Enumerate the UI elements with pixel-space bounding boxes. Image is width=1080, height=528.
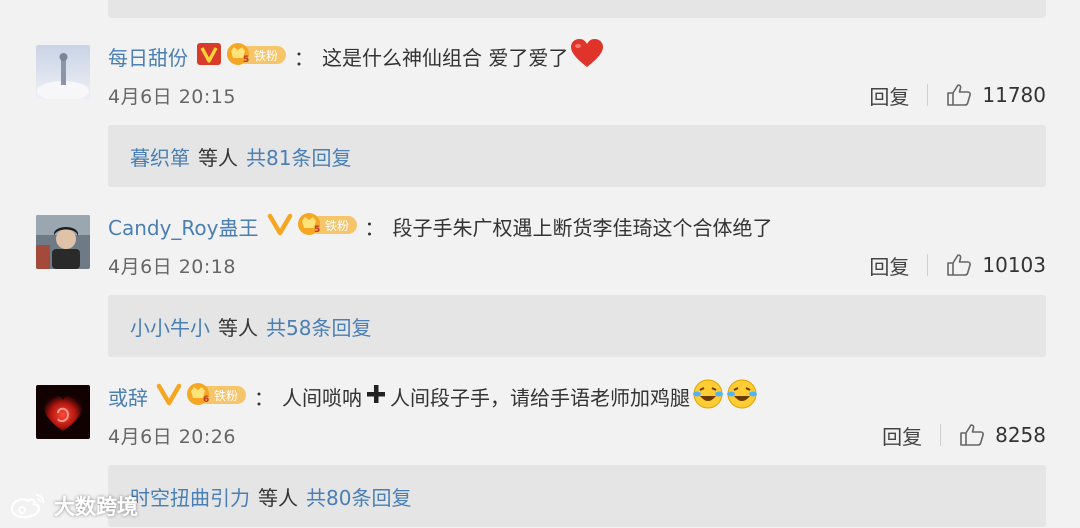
thumbs-up-icon [947,84,972,106]
reply-total-link[interactable]: 共58条回复 [266,312,371,341]
comment-time: 4月6日 20:18 [108,256,236,278]
colon: ： [364,215,385,240]
reply-total-link[interactable]: 共80条回复 [306,482,411,511]
username[interactable]: Candy_Roy蛊王 [108,212,259,241]
laugh-cry-emoji-icon [692,378,724,415]
reply-user[interactable]: 暮织箪 [130,142,190,171]
comment-time: 4月6日 20:15 [108,86,236,108]
comment-actions: 回复 10103 [869,250,1046,280]
reply-total-link[interactable]: 共81条回复 [246,142,351,171]
badge-level: 6 [203,395,209,405]
iron-fan-badge: 5 铁粉 [226,42,288,71]
divider [927,84,929,106]
comment-header: Candy_Roy蛊王 5 铁粉 ： 段子手朱广权遇上断货李佳琦这个合体绝了 [108,208,773,244]
comment-item: Candy_Roy蛊王 5 铁粉 ： 段子手朱广权遇上断货李佳琦这个合体绝了 4月… [0,170,1080,357]
iron-fan-badge: 6 铁粉 [186,382,248,411]
thumbs-up-icon [947,254,972,276]
comment-text: 段子手朱广权遇上断货李佳琦这个合体绝了 [392,215,773,240]
like-count: 11780 [982,83,1046,107]
badge-level: 5 [314,225,320,235]
watermark-text: 大数跨境 [54,495,138,519]
orange-vip-v-icon [156,382,182,411]
red-vip-v-icon [196,42,222,71]
reply-button[interactable]: 回复 [882,421,922,450]
comment-text: 这是什么神仙组合 爱了爱了 [322,45,569,70]
avatar[interactable] [36,385,90,439]
comment-item: 或辞 6 铁粉 ： 人间唢呐 人间段子手，请给手语老师加鸡腿 4月6日 20:26… [0,340,1080,527]
laugh-cry-emoji-icon [726,378,758,415]
like-count: 8258 [995,423,1046,447]
divider [940,424,942,446]
orange-vip-v-icon [267,212,293,241]
badge-label: 铁粉 [325,219,349,233]
comment-header: 或辞 6 铁粉 ： 人间唢呐 人间段子手，请给手语老师加鸡腿 [108,378,758,414]
divider [927,254,929,276]
avatar[interactable] [36,45,90,99]
reply-mid-text: 等人 [258,485,298,510]
colon: ： [294,45,314,70]
reply-user[interactable]: 时空扭曲引力 [130,482,250,511]
reply-button[interactable]: 回复 [869,251,909,280]
avatar[interactable] [36,215,90,269]
like-button[interactable]: 11780 [946,83,1046,107]
comment-text-part-b: 人间段子手，请给手语老师加鸡腿 [390,385,690,410]
comment-actions: 回复 8258 [882,420,1046,450]
reply-mid-text: 等人 [198,145,238,170]
comment-header: 每日甜份 5 铁粉 ： 这是什么神仙组合 爱了爱了 [108,38,604,74]
reply-mid-text: 等人 [218,315,258,340]
reply-user[interactable]: 小小牛小 [130,312,210,341]
like-button[interactable]: 8258 [959,423,1046,447]
reply-button[interactable]: 回复 [869,81,909,110]
comment-time: 4月6日 20:26 [108,426,236,448]
heavy-plus-icon [366,384,386,409]
badge-level: 5 [243,55,249,65]
username[interactable]: 每日甜份 [108,42,188,71]
weibo-logo-icon [10,494,45,519]
username[interactable]: 或辞 [108,382,148,411]
reply-preview-box[interactable]: 时空扭曲引力 等人 共80条回复 [108,465,1046,527]
like-button[interactable]: 10103 [946,253,1046,277]
iron-fan-badge: 5 铁粉 [297,212,359,241]
badge-label: 铁粉 [254,49,278,63]
thumbs-up-icon [960,424,985,446]
like-count: 10103 [982,253,1046,277]
badge-label: 铁粉 [214,389,238,403]
comment-item: 每日甜份 5 铁粉 ： 这是什么神仙组合 爱了爱了 4月6日 20:15 回复 1… [0,0,1080,187]
watermark: 大数跨境 [8,488,138,524]
colon: ： [254,385,274,410]
comment-actions: 回复 11780 [869,80,1046,110]
comment-text-part-a: 人间唢呐 [282,385,362,410]
red-heart-emoji-icon [570,38,604,74]
